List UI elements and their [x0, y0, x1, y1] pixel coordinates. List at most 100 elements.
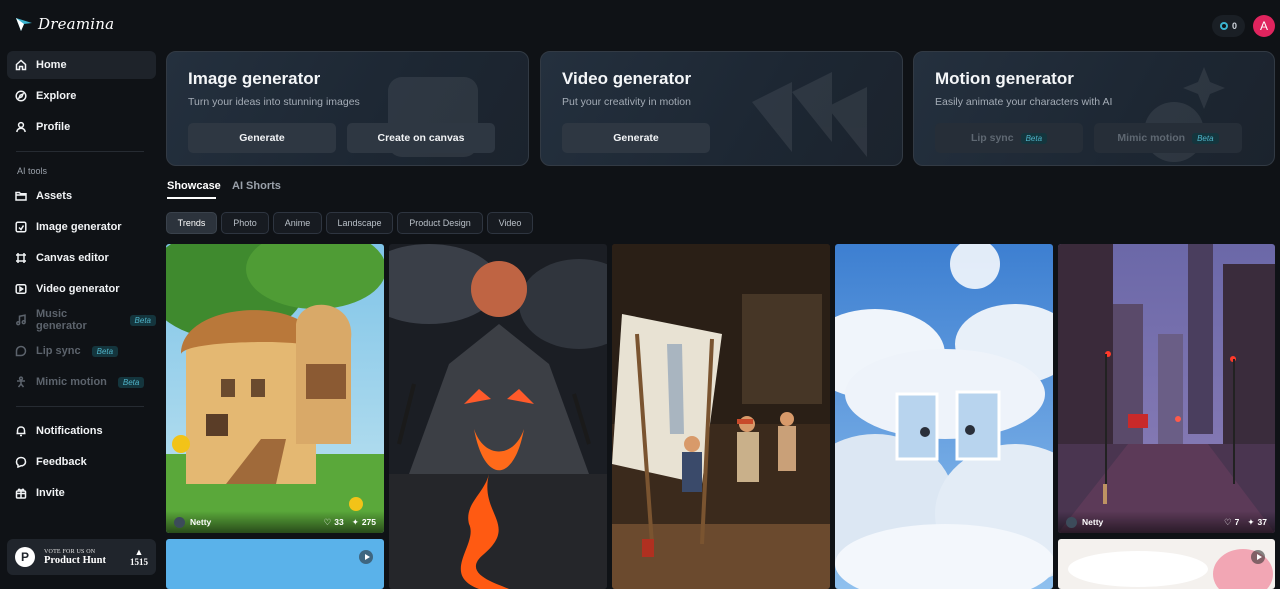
credits-count: 0 — [1232, 21, 1238, 31]
bread-house-image — [166, 244, 384, 533]
tab-ai-shorts[interactable]: AI Shorts — [232, 180, 281, 192]
compass-icon — [15, 90, 27, 102]
credit-icon — [1220, 22, 1228, 30]
mimic-icon — [15, 376, 27, 388]
app-name: Dreamina — [38, 15, 115, 33]
author-name: Netty — [1082, 517, 1104, 527]
like-count-value: 7 — [1234, 517, 1240, 527]
rainy-city-image — [1058, 244, 1275, 533]
filter-landscape[interactable]: Landscape — [326, 212, 393, 234]
video-generate-button[interactable]: Generate — [562, 123, 710, 153]
tab-showcase[interactable]: Showcase — [167, 180, 221, 192]
sidebar-item-home[interactable]: Home — [7, 51, 156, 79]
gallery-item-bread-house[interactable]: Netty ♡ 33 ✦ 275 — [166, 244, 384, 533]
sky-video-thumbnail — [166, 539, 384, 589]
gallery-item-miniature-painter[interactable] — [612, 244, 830, 589]
user-icon — [15, 121, 27, 133]
lipsync-icon — [15, 345, 27, 357]
lava-monster-image — [389, 244, 607, 589]
folder-icon — [15, 190, 27, 202]
sidebar-item-feedback[interactable]: Feedback — [7, 448, 156, 476]
lip-sync-button[interactable]: Lip sync Beta — [935, 123, 1083, 153]
gallery-item-rainy-city[interactable]: Netty ♡ 7 ✦ 37 — [1058, 244, 1275, 533]
upvote-counter: ▲ 1515 — [130, 547, 148, 567]
sidebar-item-explore[interactable]: Explore — [7, 82, 156, 110]
like-count[interactable]: ♡ 33 — [324, 517, 344, 528]
product-hunt-banner[interactable]: P VOTE FOR US ON Product Hunt ▲ 1515 — [7, 539, 156, 575]
card-title: Video generator — [562, 69, 692, 88]
sidebar-item-label: Home — [36, 59, 67, 71]
gallery-item-video[interactable] — [1058, 539, 1275, 589]
sidebar-item-mimic-motion[interactable]: Mimic motion Beta — [7, 368, 156, 396]
beta-badge: Beta — [1020, 132, 1048, 144]
beta-badge: Beta — [91, 345, 119, 357]
beta-badge: Beta — [129, 314, 156, 326]
motion-generator-card[interactable]: Motion generator Easily animate your cha… — [913, 51, 1275, 166]
remix-count-value: 37 — [1257, 517, 1267, 527]
beta-badge: Beta — [117, 376, 145, 388]
gallery-item-lava-monster[interactable] — [389, 244, 607, 589]
like-count[interactable]: ♡ 7 — [1224, 517, 1239, 528]
mimic-motion-button[interactable]: Mimic motion Beta — [1094, 123, 1242, 153]
beta-badge: Beta — [1192, 132, 1219, 144]
filter-video[interactable]: Video — [487, 212, 533, 234]
play-icon[interactable] — [1251, 550, 1265, 564]
video-generator-card[interactable]: Video generator Put your creativity in m… — [540, 51, 903, 166]
filter-anime[interactable]: Anime — [273, 212, 322, 234]
play-icon[interactable] — [359, 550, 373, 564]
teacup-video-thumbnail — [1058, 539, 1275, 589]
sidebar-item-label: Invite — [36, 487, 65, 499]
gallery-item-meta: Netty ♡ 7 ✦ 37 — [1058, 511, 1275, 533]
dreamina-logo[interactable]: Dreamina — [14, 14, 114, 34]
credits-balance[interactable]: 0 — [1212, 15, 1246, 37]
gallery-item-meta: Netty ♡ 33 ✦ 275 — [166, 511, 384, 533]
sidebar-item-notifications[interactable]: Notifications — [7, 417, 156, 445]
remix-count-value: 275 — [361, 517, 376, 527]
divider — [16, 406, 144, 407]
sidebar-item-label: Video generator — [36, 283, 120, 295]
card-decoration — [752, 72, 867, 157]
image-gen-icon — [15, 221, 27, 233]
filter-product-design[interactable]: Product Design — [397, 212, 483, 234]
sparkle-icon: ✦ — [351, 516, 359, 527]
heart-icon: ♡ — [323, 516, 332, 527]
feedback-icon — [15, 456, 27, 468]
remix-count[interactable]: ✦ 275 — [352, 517, 376, 528]
logo-icon — [16, 18, 32, 31]
filter-trends[interactable]: Trends — [166, 212, 217, 234]
product-hunt-logo: P — [15, 547, 35, 567]
like-count-value: 33 — [334, 517, 344, 527]
bell-icon — [15, 425, 27, 437]
image-generator-card[interactable]: Image generator Turn your ideas into stu… — [166, 51, 529, 166]
sidebar-item-lip-sync[interactable]: Lip sync Beta — [7, 337, 156, 365]
miniature-painter-image — [612, 244, 830, 589]
divider — [16, 151, 144, 152]
sidebar-item-canvas-editor[interactable]: Canvas editor — [7, 244, 156, 272]
gallery-item-video[interactable] — [166, 539, 384, 589]
create-on-canvas-button[interactable]: Create on canvas — [347, 123, 495, 153]
filter-photo[interactable]: Photo — [221, 212, 269, 234]
sidebar-item-assets[interactable]: Assets — [7, 182, 156, 210]
sidebar-item-profile[interactable]: Profile — [7, 113, 156, 141]
author-avatar — [174, 516, 185, 528]
video-icon — [15, 283, 27, 295]
sidebar-item-label: Lip sync — [36, 345, 81, 357]
image-generate-button[interactable]: Generate — [188, 123, 336, 153]
author-avatar — [1066, 516, 1077, 528]
sidebar-item-invite[interactable]: Invite — [7, 479, 156, 507]
button-label: Mimic motion — [1117, 132, 1186, 144]
author-name: Netty — [190, 517, 212, 527]
card-subtitle: Easily animate your characters with AI — [935, 96, 1113, 108]
card-subtitle: Turn your ideas into stunning images — [188, 96, 360, 108]
sidebar-item-label: Profile — [36, 121, 71, 133]
home-icon — [15, 59, 27, 71]
user-avatar[interactable]: A — [1253, 15, 1275, 37]
sidebar-item-music-generator[interactable]: Music generator Beta — [7, 306, 156, 334]
card-subtitle: Put your creativity in motion — [562, 96, 691, 108]
sidebar-item-image-generator[interactable]: Image generator — [7, 213, 156, 241]
sidebar-item-label: Image generator — [36, 221, 122, 233]
remix-count[interactable]: ✦ 37 — [1247, 517, 1267, 528]
gallery-item-cloud-windows[interactable] — [835, 244, 1053, 589]
sidebar-item-label: Assets — [36, 190, 73, 202]
sidebar-item-video-generator[interactable]: Video generator — [7, 275, 156, 303]
